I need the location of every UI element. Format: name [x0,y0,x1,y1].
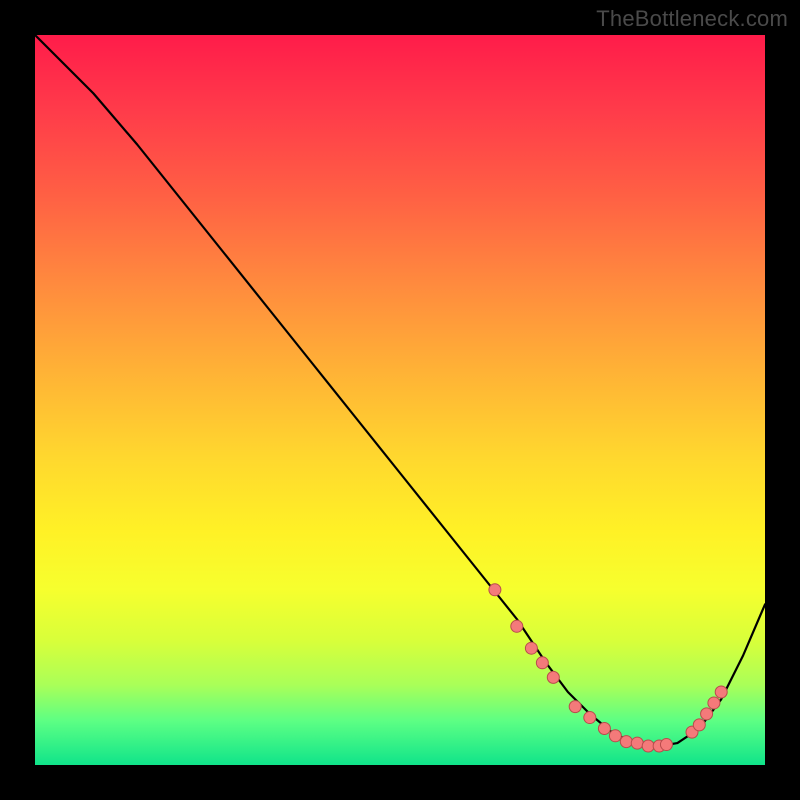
data-point [660,739,672,751]
data-point [584,712,596,724]
data-point [701,708,713,720]
data-point [620,736,632,748]
data-point [631,737,643,749]
plot-area [35,35,765,765]
data-point [642,740,654,752]
bottleneck-curve [35,35,765,765]
data-point [598,723,610,735]
data-point [525,642,537,654]
data-point [715,686,727,698]
data-point [693,719,705,731]
data-point [489,584,501,596]
watermark: TheBottleneck.com [596,6,788,32]
data-point [536,657,548,669]
data-point [609,730,621,742]
data-point [547,671,559,683]
data-point [569,701,581,713]
chart-container: TheBottleneck.com [0,0,800,800]
data-point [708,697,720,709]
data-point [511,620,523,632]
